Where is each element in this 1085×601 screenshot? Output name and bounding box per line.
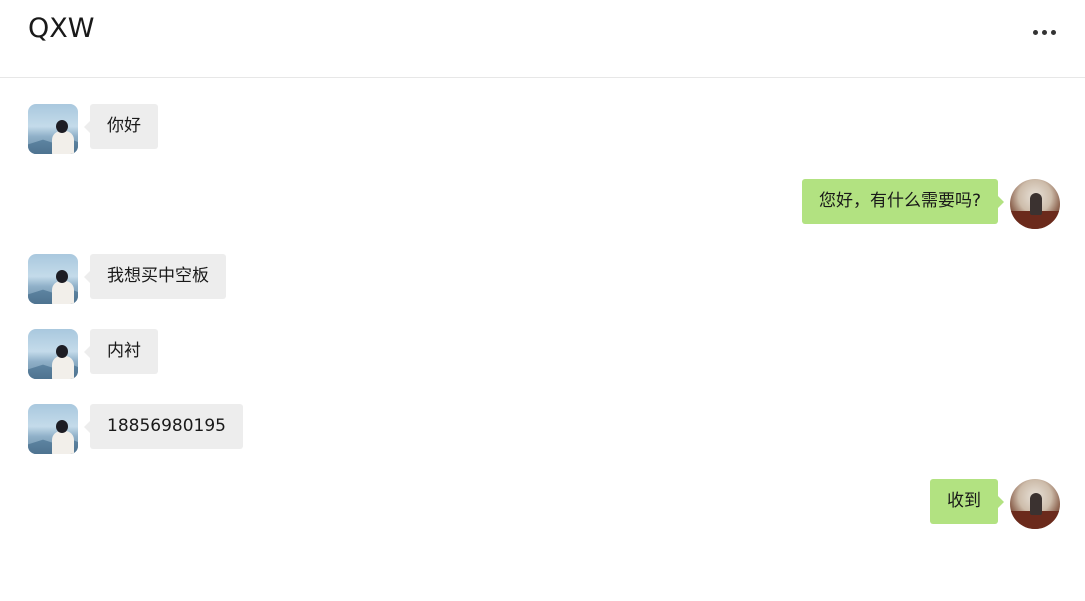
message-bubble[interactable]: 您好，有什么需要吗? bbox=[801, 179, 1005, 224]
self-avatar[interactable] bbox=[1010, 479, 1060, 529]
more-horizontal-icon bbox=[1032, 29, 1038, 35]
message-bubble[interactable]: 收到 bbox=[930, 479, 1004, 524]
message-bubble[interactable]: 18856980195 bbox=[84, 404, 243, 449]
message-list[interactable]: 你好 您好，有什么需要吗? 我想买中空板 内衬 18856980195 收到 bbox=[0, 79, 1085, 601]
self-avatar[interactable] bbox=[1010, 179, 1060, 229]
contact-avatar[interactable] bbox=[28, 329, 78, 379]
message-bubble[interactable]: 你好 bbox=[84, 104, 158, 149]
chat-title: QXW bbox=[28, 13, 95, 44]
contact-avatar[interactable] bbox=[28, 254, 78, 304]
more-options-button[interactable] bbox=[1029, 20, 1059, 44]
message-bubble[interactable]: 内衬 bbox=[84, 329, 158, 374]
contact-avatar[interactable] bbox=[28, 404, 78, 454]
contact-avatar[interactable] bbox=[28, 104, 78, 154]
chat-header: QXW bbox=[0, 0, 1085, 78]
message-bubble[interactable]: 我想买中空板 bbox=[84, 254, 226, 299]
